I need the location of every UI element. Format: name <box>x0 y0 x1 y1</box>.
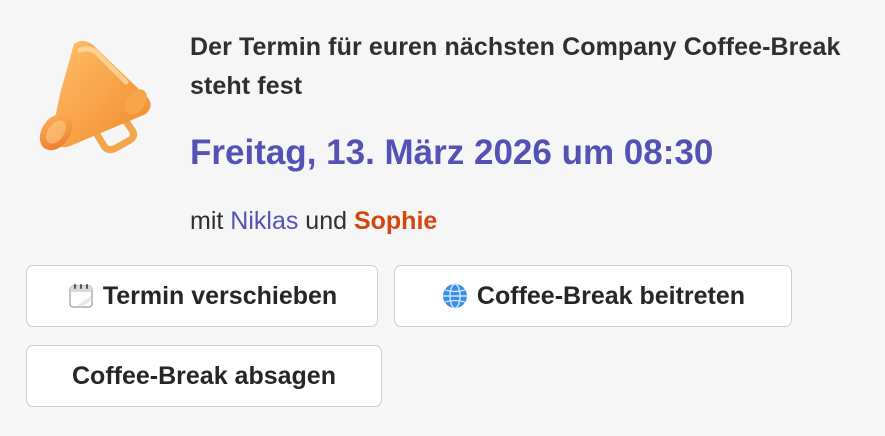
reschedule-button[interactable]: Termin verschieben <box>26 265 378 327</box>
cancel-button[interactable]: Coffee-Break absagen <box>26 345 382 407</box>
participants-line: mit Niklas und Sophie <box>190 204 437 238</box>
megaphone-icon <box>39 41 151 154</box>
coffee-break-message-card: Der Termin für euren nächsten Company Co… <box>0 0 885 436</box>
join-button-label: Coffee-Break beitreten <box>476 281 746 310</box>
participant-mention-niklas[interactable]: Niklas <box>230 207 298 235</box>
with-prefix: mit <box>190 207 231 235</box>
calendar-icon <box>67 282 95 310</box>
message-headline: Der Termin für euren nächsten Company Co… <box>190 33 841 100</box>
reschedule-button-label: Termin verschieben <box>102 281 338 310</box>
cancel-button-label: Coffee-Break absagen <box>72 361 336 390</box>
participant-mention-sophie[interactable]: Sophie <box>354 207 437 235</box>
globe-icon <box>441 282 469 310</box>
join-button[interactable]: Coffee-Break beitreten <box>394 265 792 327</box>
meeting-date: Freitag, 13. März 2026 um 08:30 <box>190 133 714 172</box>
conjunction: und <box>298 207 354 235</box>
